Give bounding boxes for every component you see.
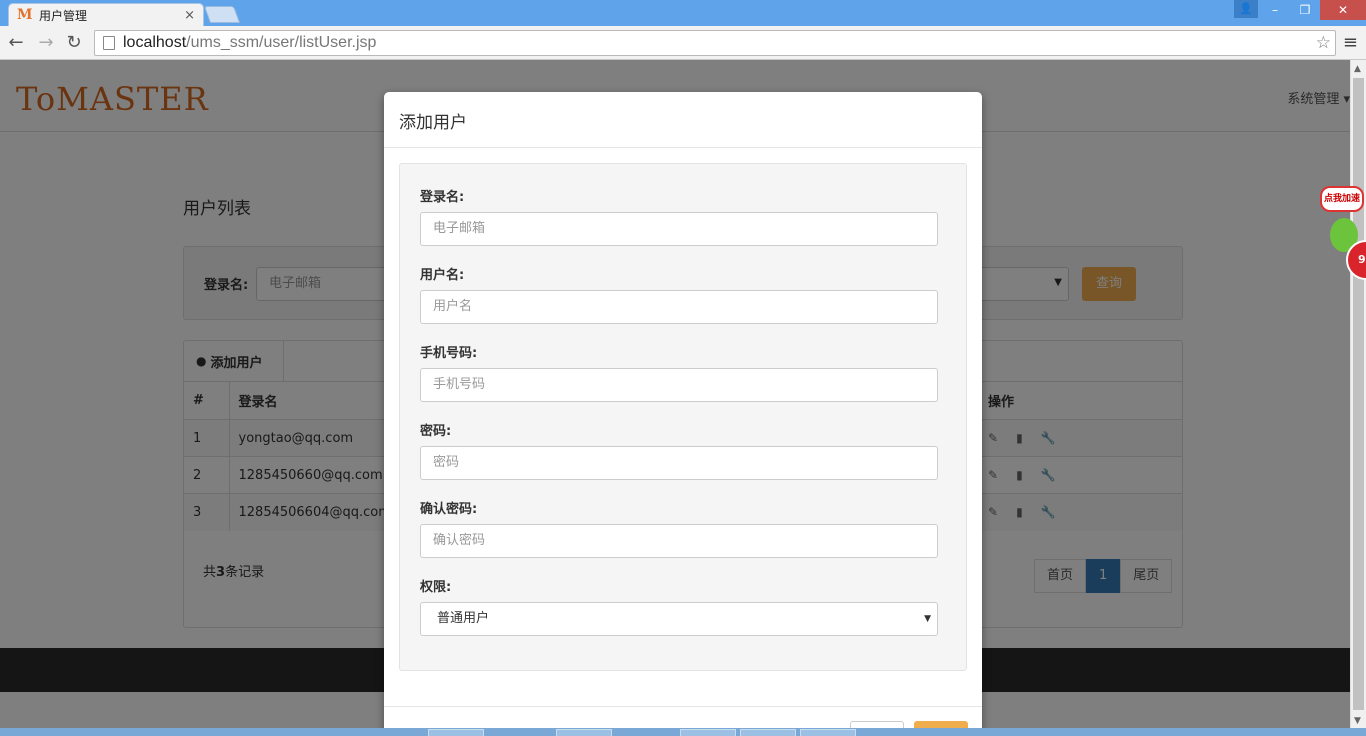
taskbar-item[interactable] [428, 729, 484, 736]
reload-button[interactable]: ↻ [62, 31, 86, 55]
speedup-label[interactable]: 点我加速 [1320, 186, 1364, 212]
minimize-button[interactable]: – [1260, 0, 1290, 20]
phone-label: 手机号码: [420, 346, 478, 361]
page-icon [103, 36, 115, 50]
modal-form: 登录名: 电子邮箱 用户名: 用户名 手机号码: 手机号码 密码: 密码 确认密… [399, 163, 967, 671]
form-group-phone: 手机号码: 手机号码 [420, 342, 938, 402]
password-input[interactable]: 密码 [420, 446, 938, 480]
taskbar-item[interactable] [556, 729, 612, 736]
taskbar-item[interactable] [800, 729, 856, 736]
taskbar-item[interactable] [740, 729, 796, 736]
page-scrollbar[interactable]: ▲ ▼ [1350, 60, 1366, 728]
new-tab-button[interactable] [203, 6, 241, 23]
permission-value: 普通用户 [437, 611, 490, 626]
chevron-down-icon: ▼ [924, 614, 931, 624]
modal-title: 添加用户 [384, 92, 982, 148]
form-group-confirm-password: 确认密码: 确认密码 [420, 498, 938, 558]
favicon-icon: M [17, 7, 33, 23]
tab-close-icon[interactable]: × [184, 8, 195, 23]
form-group-password: 密码: 密码 [420, 420, 938, 480]
browser-menu-icon[interactable]: ≡ [1343, 32, 1358, 53]
taskbar-item[interactable] [680, 729, 736, 736]
scrollbar-thumb[interactable] [1353, 78, 1364, 710]
url-path: /ums_ssm/user/listUser.jsp [186, 34, 377, 51]
login-label: 登录名: [420, 190, 465, 205]
username-input[interactable]: 用户名 [420, 290, 938, 324]
username-label: 用户名: [420, 268, 465, 283]
form-group-permission: 权限: 普通用户 ▼ [420, 576, 938, 636]
speedup-widget[interactable]: 点我加速 93 [1318, 186, 1366, 286]
bookmark-star-icon[interactable]: ☆ [1316, 33, 1331, 53]
tab-title: 用户管理 [39, 8, 88, 23]
url-host: localhost [123, 34, 187, 51]
browser-tab[interactable]: M 用户管理 × [8, 3, 204, 26]
permission-select[interactable]: 普通用户 ▼ [420, 602, 938, 636]
login-input[interactable]: 电子邮箱 [420, 212, 938, 246]
back-button[interactable]: ← [4, 31, 28, 55]
restore-button[interactable]: ❐ [1290, 0, 1320, 20]
browser-titlebar: M 用户管理 × 👤 – ❐ ✕ [0, 0, 1366, 26]
add-user-modal: 添加用户 登录名: 电子邮箱 用户名: 用户名 手机号码: 手机号码 密码: 密… [384, 92, 982, 736]
password-label: 密码: [420, 424, 452, 439]
address-bar[interactable]: localhost/ums_ssm/user/listUser.jsp ☆ [94, 30, 1336, 56]
confirm-password-label: 确认密码: [420, 502, 478, 517]
close-window-button[interactable]: ✕ [1320, 0, 1366, 20]
permission-label: 权限: [420, 580, 452, 595]
scroll-up-icon[interactable]: ▲ [1354, 64, 1361, 74]
form-group-login: 登录名: 电子邮箱 [420, 186, 938, 246]
form-group-username: 用户名: 用户名 [420, 264, 938, 324]
user-profile-icon[interactable]: 👤 [1234, 0, 1258, 18]
os-taskbar [0, 728, 1366, 736]
phone-input[interactable]: 手机号码 [420, 368, 938, 402]
browser-toolbar: ← → ↻ localhost/ums_ssm/user/listUser.js… [0, 26, 1366, 60]
scroll-down-icon[interactable]: ▼ [1354, 716, 1361, 726]
confirm-password-input[interactable]: 确认密码 [420, 524, 938, 558]
forward-button[interactable]: → [34, 31, 58, 55]
